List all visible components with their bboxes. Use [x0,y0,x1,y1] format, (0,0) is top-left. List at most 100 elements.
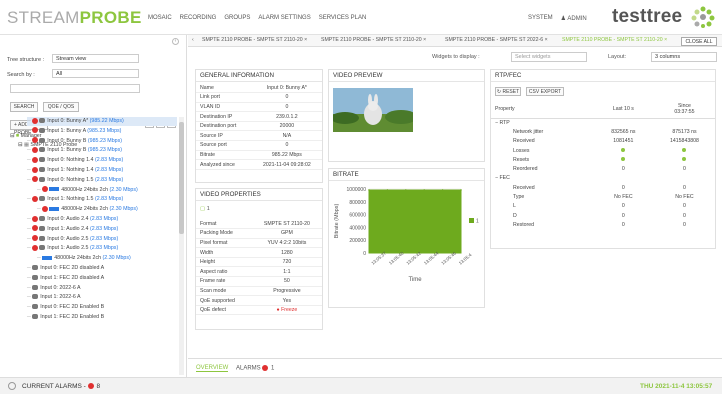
panel-title: VIDEO PROPERTIES [196,189,322,201]
data-point [405,189,407,191]
table-row: VLAN ID 0 [196,102,322,113]
nav-alarm-settings[interactable]: ALARM SETTINGS [258,15,310,21]
row-value: 1280 [251,247,322,258]
tree-node[interactable]: ─ Input 1: Audio 2.4 (2.83 Mbps) [27,225,118,234]
tree-node[interactable]: ─ Input 0: Nothing 1.4 (2.83 Mbps) [27,156,123,165]
alarm-error-icon [262,365,269,371]
tree-node[interactable]: ─ Input 1: FEC 2D disabled A [27,274,104,283]
video-preview-image[interactable] [333,88,413,132]
tab-alarms[interactable]: ALARMS 1 [236,365,274,372]
alarm-count: 1 [271,365,275,372]
tree-scrollbar[interactable] [179,117,184,375]
widgets-select[interactable]: Select widgets [511,52,587,62]
row-last-10s: 0 [621,212,625,219]
tree-node[interactable]: ─ 48000Hz 24bits 2ch (2.30 Mbps) [37,254,131,263]
system-link[interactable]: SYSTEM [528,15,553,22]
layout-select[interactable]: 3 columns [651,52,717,62]
nav-services-plan[interactable]: SERVICES PLAN [319,15,367,21]
tree-node[interactable]: ─ Input 0: Bunny A* (985.22 Mbps) [27,117,177,126]
nav-mosaic[interactable]: MOSAIC [148,15,172,21]
monitor-icon [39,147,46,153]
bitrate-area [368,189,462,254]
col-last-10s[interactable]: Last 10 s [592,100,654,119]
row-property: Reordered [513,166,538,173]
y-tick-label: 200000 [349,238,366,244]
tab-back-icon[interactable]: ‹ [192,37,194,43]
row-last-10s [593,146,654,155]
nav-groups[interactable]: GROUPS [224,15,250,21]
alarm-bell-icon[interactable] [8,382,16,390]
row-since [654,118,715,127]
row-property: − FEC [495,175,510,182]
tree-node[interactable]: ─ Input 0: Bunny B (985.23 Mbps) [27,137,122,146]
error-icon [32,146,39,153]
streamprobe-logo[interactable]: STREAMPROBE [7,9,142,27]
row-property: L [513,203,516,210]
monitor-icon [32,274,39,280]
tab-stream-active[interactable]: SMPTE 2110 PROBE - SMPTE ST 2110-20 × [562,37,667,43]
row-value: 50 [251,276,322,287]
panel-title: BITRATE [329,169,484,181]
tree-node[interactable]: ─ Input 0: Nothing 1.5 (2.83 Mbps) [27,176,123,185]
search-input[interactable] [10,84,140,93]
nav-recording[interactable]: RECORDING [180,15,217,21]
csv-export-button[interactable]: CSV EXPORT [526,87,564,96]
tab-stream[interactable]: SMPTE 2110 PROBE - SMPTE ST 2022-6 × [445,37,548,43]
tab-stream[interactable]: SMPTE 2110 PROBE - SMPTE ST 2110-20 × [202,37,307,43]
table-row: Scan mode Progressive [196,286,322,297]
tree-structure-label: Tree structure : [7,57,45,63]
row-since [654,146,715,155]
search-button[interactable]: SEARCH [10,102,38,112]
tree-node[interactable]: ─ Input 1: Audio 2.5 (2.83 Mbps) [27,244,118,253]
current-alarms[interactable]: CURRENT ALARMS - 8 [22,383,100,390]
tree-node[interactable]: ─ Input 0: FEC 2D disabled A [27,264,104,273]
monitor-icon [39,127,46,133]
error-icon [32,166,39,173]
error-icon [42,186,49,193]
close-all-button[interactable]: CLOSE ALL [681,37,717,46]
tree-node[interactable]: ─ Input 1: Nothing 1.5 (2.83 Mbps) [27,195,123,204]
table-row: Network jitter 832565 ns 875173 ns [491,127,715,136]
monitor-icon [39,225,46,231]
tree-node-label: Input 0: Bunny A* [47,118,90,124]
row-value: 2021-11-04 09:28:02 [251,159,322,170]
error-icon [32,215,39,222]
tree-node-rate: (2.83 Mbps) [89,225,119,232]
data-point [368,189,370,191]
row-value: Progressive [251,286,322,297]
col-since[interactable]: Since 03:37:55 [653,100,715,119]
tree-node[interactable]: ─ Input 0: Audio 2.5 (2.83 Mbps) [27,235,118,244]
qoe-qos-button[interactable]: QOE / QOS [43,102,79,112]
general-info-table: Name Input 0: Bunny A* Link port 0 VLAN ID 0 D… [196,83,322,170]
tree-structure-select[interactable]: Stream view [52,54,139,63]
tab-overview[interactable]: OVERVIEW [196,365,229,372]
row-property: D [513,212,517,219]
row-key: Source IP [196,130,252,142]
search-by-select[interactable]: All [52,69,139,78]
tree-node[interactable]: ─ 48000Hz 24bits 2ch (2.30 Mbps) [37,205,138,214]
col-property[interactable]: Property [491,100,593,119]
row-property: − RTP [495,119,510,126]
tree-node[interactable]: ─ Input 1: Bunny A (985.23 Mbps) [27,127,121,136]
tree-node[interactable]: ─ Input 0: Audio 2.4 (2.83 Mbps) [27,215,118,224]
tree-node[interactable]: ─ Input 1: Bunny B (985.23 Mbps) [27,146,122,155]
tree-node[interactable]: ─ Input 0: FEC 2D Enabled B [27,303,104,312]
tree-node-rate: (2.83 Mbps) [94,167,124,173]
row-property: Restored [513,221,535,228]
monitor-icon [32,284,39,290]
tree-node[interactable]: ─ Input 1: FEC 2D Enabled B [27,313,104,322]
stream-icon [49,206,60,211]
admin-link[interactable]: ♟ ADMIN [561,15,587,22]
tree-node[interactable]: ─ Input 1: Nothing 1.4 (2.83 Mbps) [27,166,123,175]
reset-button[interactable]: ↻ RESET [495,87,521,96]
row-since: 0 [683,184,686,191]
tree-node[interactable]: ─ Input 0: 2022-6 A [27,284,81,293]
tree-node[interactable]: ─ 48000Hz 24bits 2ch (2.30 Mbps) [37,186,138,195]
tab-stream[interactable]: SMPTE 2110 PROBE - SMPTE ST 2110-20 × [321,37,426,43]
tree-node-label: Input 1: Nothing 1.5 [47,196,95,203]
collapse-icon[interactable]: ‹ [172,38,179,45]
tree-node[interactable]: ─ Input 1: 2022-6 A [27,293,81,302]
row-key: QoE defect [196,305,252,316]
table-row: Link port 0 [196,92,322,103]
y-axis-label: Bitrate (Mbps) [334,204,340,239]
